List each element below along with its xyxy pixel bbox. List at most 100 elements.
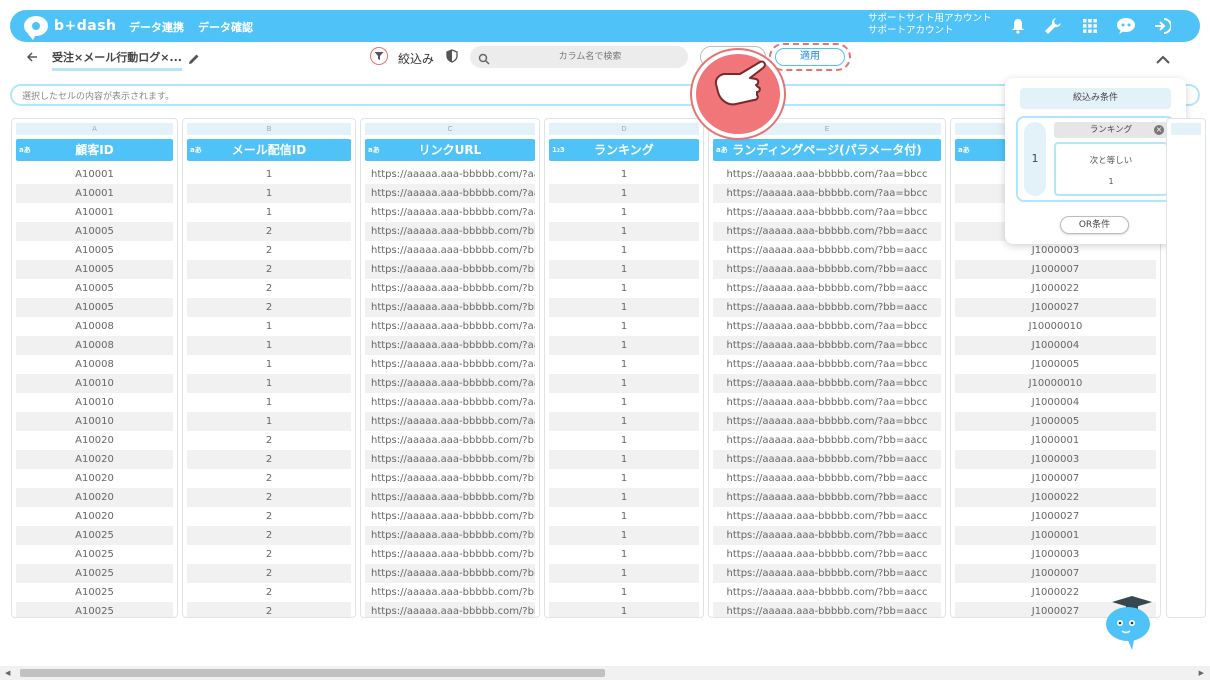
table-cell[interactable]: https://aaaaa.aaa-bbbbb.com/?aa=bbcc bbox=[713, 355, 941, 374]
column-letter[interactable]: B bbox=[187, 123, 351, 135]
table-cell[interactable]: https://aaaaa.aaa-bbbbb.com/?bb... bbox=[365, 545, 535, 564]
filter-icon[interactable] bbox=[370, 47, 388, 65]
table-cell[interactable]: https://aaaaa.aaa-bbbbb.com/?aa=bbcc bbox=[713, 336, 941, 355]
table-cell[interactable]: J1000007 bbox=[955, 564, 1156, 583]
table-cell[interactable]: A10010 bbox=[16, 412, 173, 431]
table-cell[interactable]: https://aaaaa.aaa-bbbbb.com/?bb... bbox=[365, 583, 535, 602]
table-cell[interactable]: https://aaaaa.aaa-bbbbb.com/?aa... bbox=[365, 203, 535, 222]
table-cell[interactable]: A10025 bbox=[16, 602, 173, 617]
table-cell[interactable]: 1 bbox=[549, 412, 699, 431]
table-cell[interactable]: 1 bbox=[187, 203, 351, 222]
table-cell[interactable]: 2 bbox=[187, 583, 351, 602]
table-cell[interactable]: A10025 bbox=[16, 526, 173, 545]
table-cell[interactable]: https://aaaaa.aaa-bbbbb.com/?bb... bbox=[365, 526, 535, 545]
table-cell[interactable]: 1 bbox=[187, 184, 351, 203]
table-cell[interactable]: A10001 bbox=[16, 203, 173, 222]
filter-condition[interactable]: 次と等しい 1 bbox=[1054, 142, 1168, 196]
table-cell[interactable]: https://aaaaa.aaa-bbbbb.com/?bb=aacc bbox=[713, 222, 941, 241]
table-cell[interactable]: https://aaaaa.aaa-bbbbb.com/?aa... bbox=[365, 165, 535, 184]
table-cell[interactable]: 2 bbox=[187, 469, 351, 488]
table-cell[interactable]: https://aaaaa.aaa-bbbbb.com/?bb=aacc bbox=[713, 602, 941, 617]
table-cell[interactable]: A10010 bbox=[16, 374, 173, 393]
table-cell[interactable]: 1 bbox=[187, 165, 351, 184]
grid-icon[interactable] bbox=[1080, 16, 1100, 36]
table-cell[interactable]: https://aaaaa.aaa-bbbbb.com/?bb=aacc bbox=[713, 450, 941, 469]
scrollbar-thumb[interactable] bbox=[20, 669, 605, 677]
table-cell[interactable]: https://aaaaa.aaa-bbbbb.com/?bb=aacc bbox=[713, 241, 941, 260]
table-cell[interactable]: https://aaaaa.aaa-bbbbb.com/?bb=aacc bbox=[713, 526, 941, 545]
table-cell[interactable]: 2 bbox=[187, 507, 351, 526]
table-cell[interactable]: https://aaaaa.aaa-bbbbb.com/?aa... bbox=[365, 355, 535, 374]
column-header[interactable]: aあ ランディングページ(パラメータ付) bbox=[713, 139, 941, 161]
table-cell[interactable]: https://aaaaa.aaa-bbbbb.com/?bb=aacc bbox=[713, 298, 941, 317]
or-condition-button[interactable]: OR条件 bbox=[1060, 216, 1129, 234]
table-cell[interactable]: J1000005 bbox=[955, 412, 1156, 431]
nav-data-integration[interactable]: データ連携 bbox=[129, 19, 184, 35]
table-cell[interactable]: 1 bbox=[549, 488, 699, 507]
table-cell[interactable]: https://aaaaa.aaa-bbbbb.com/?aa=bbcc bbox=[713, 412, 941, 431]
table-cell[interactable]: A10005 bbox=[16, 260, 173, 279]
table-cell[interactable]: A10025 bbox=[16, 545, 173, 564]
table-cell[interactable]: https://aaaaa.aaa-bbbbb.com/?bb... bbox=[365, 450, 535, 469]
column-header[interactable]: aあ 顧客ID bbox=[16, 139, 173, 161]
table-cell[interactable]: 1 bbox=[549, 431, 699, 450]
table-cell[interactable]: https://aaaaa.aaa-bbbbb.com/?aa=bbcc bbox=[713, 393, 941, 412]
table-cell[interactable]: 1 bbox=[549, 526, 699, 545]
table-cell[interactable]: 1 bbox=[187, 355, 351, 374]
table-cell[interactable]: 1 bbox=[187, 336, 351, 355]
table-cell[interactable]: https://aaaaa.aaa-bbbbb.com/?bb... bbox=[365, 298, 535, 317]
table-cell[interactable]: 1 bbox=[549, 298, 699, 317]
account-info[interactable]: サポートサイト用アカウント サポートアカウント bbox=[868, 13, 992, 37]
filter-field-chip[interactable]: ランキング × bbox=[1054, 122, 1168, 138]
assistant-mascot[interactable] bbox=[1098, 592, 1158, 652]
table-cell[interactable]: https://aaaaa.aaa-bbbbb.com/?aa... bbox=[365, 393, 535, 412]
table-cell[interactable]: 1 bbox=[187, 393, 351, 412]
table-cell[interactable]: https://aaaaa.aaa-bbbbb.com/?bb=aacc bbox=[713, 507, 941, 526]
table-cell[interactable]: https://aaaaa.aaa-bbbbb.com/?aa=bbcc bbox=[713, 374, 941, 393]
table-cell[interactable]: A10020 bbox=[16, 488, 173, 507]
table-cell[interactable]: https://aaaaa.aaa-bbbbb.com/?aa... bbox=[365, 317, 535, 336]
table-cell[interactable]: J1000007 bbox=[955, 469, 1156, 488]
table-cell[interactable]: A10005 bbox=[16, 298, 173, 317]
table-cell[interactable]: 2 bbox=[187, 241, 351, 260]
table-cell[interactable]: J10000010 bbox=[955, 317, 1156, 336]
table-cell[interactable]: https://aaaaa.aaa-bbbbb.com/?bb=aacc bbox=[713, 279, 941, 298]
table-cell[interactable]: 1 bbox=[549, 507, 699, 526]
column-letter[interactable]: C bbox=[365, 123, 535, 135]
column-header[interactable]: 1₂3 ランキング bbox=[549, 139, 699, 161]
table-cell[interactable]: A10025 bbox=[16, 583, 173, 602]
table-cell[interactable]: 1 bbox=[549, 564, 699, 583]
table-cell[interactable]: J1000004 bbox=[955, 336, 1156, 355]
table-cell[interactable]: 1 bbox=[549, 336, 699, 355]
table-cell[interactable]: 2 bbox=[187, 222, 351, 241]
table-cell[interactable]: J1000001 bbox=[955, 526, 1156, 545]
table-cell[interactable]: A10001 bbox=[16, 184, 173, 203]
table-cell[interactable]: https://aaaaa.aaa-bbbbb.com/?bb=aacc bbox=[713, 488, 941, 507]
column-search[interactable] bbox=[470, 46, 688, 68]
scroll-right-icon[interactable]: ▶ bbox=[1199, 669, 1204, 677]
table-cell[interactable]: https://aaaaa.aaa-bbbbb.com/?bb... bbox=[365, 469, 535, 488]
table-cell[interactable]: J1000001 bbox=[955, 431, 1156, 450]
table-cell[interactable]: 1 bbox=[549, 317, 699, 336]
table-cell[interactable]: 2 bbox=[187, 260, 351, 279]
filter-label[interactable]: 絞込み bbox=[398, 50, 434, 67]
table-cell[interactable]: 1 bbox=[187, 317, 351, 336]
nav-data-check[interactable]: データ確認 bbox=[198, 19, 253, 35]
remove-filter-icon[interactable]: × bbox=[1154, 125, 1164, 135]
table-cell[interactable]: A10005 bbox=[16, 279, 173, 298]
column-letter[interactable]: D bbox=[549, 123, 699, 135]
table-cell[interactable]: 2 bbox=[187, 545, 351, 564]
table-cell[interactable]: 1 bbox=[549, 545, 699, 564]
table-cell[interactable]: https://aaaaa.aaa-bbbbb.com/?bb... bbox=[365, 507, 535, 526]
table-cell[interactable]: 2 bbox=[187, 279, 351, 298]
table-cell[interactable]: https://aaaaa.aaa-bbbbb.com/?bb... bbox=[365, 564, 535, 583]
table-cell[interactable]: A10020 bbox=[16, 450, 173, 469]
table-cell[interactable]: 1 bbox=[187, 412, 351, 431]
table-cell[interactable]: https://aaaaa.aaa-bbbbb.com/?bb... bbox=[365, 260, 535, 279]
table-cell[interactable]: https://aaaaa.aaa-bbbbb.com/?aa=bbcc bbox=[713, 203, 941, 222]
column-header[interactable]: aあ メール配信ID bbox=[187, 139, 351, 161]
table-cell[interactable]: A10005 bbox=[16, 222, 173, 241]
app-logo[interactable]: b+dash bbox=[24, 15, 117, 40]
table-cell[interactable]: 1 bbox=[549, 222, 699, 241]
table-cell[interactable]: A10008 bbox=[16, 355, 173, 374]
